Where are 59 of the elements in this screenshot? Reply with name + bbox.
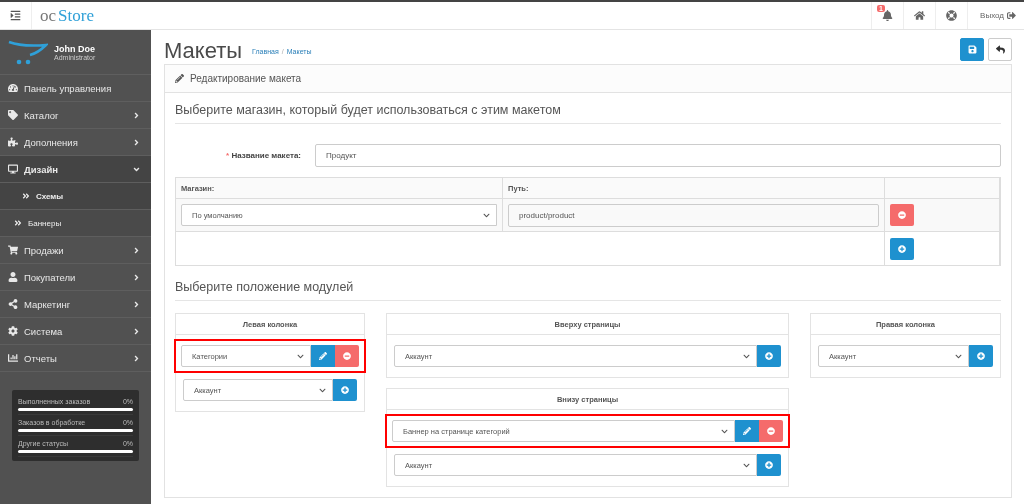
reply-icon bbox=[995, 45, 1005, 54]
nav-icon bbox=[8, 83, 18, 93]
pencil-icon bbox=[319, 352, 327, 360]
section-heading: Выберите положение модулей bbox=[175, 280, 1001, 301]
cart-logo-icon bbox=[8, 39, 48, 65]
page-title: Макеты bbox=[164, 38, 243, 64]
bell-icon bbox=[882, 10, 894, 21]
name-input[interactable]: Продукт bbox=[315, 144, 1001, 167]
add-button[interactable] bbox=[757, 454, 781, 476]
nav-icon bbox=[8, 326, 18, 336]
nav-icon bbox=[8, 272, 18, 282]
add-button[interactable] bbox=[333, 379, 357, 401]
home-icon bbox=[914, 10, 926, 21]
remove-button[interactable] bbox=[335, 345, 359, 367]
chevron-right-icon bbox=[132, 110, 141, 120]
add-button[interactable] bbox=[757, 345, 781, 367]
chevron-right-icon bbox=[132, 245, 141, 255]
pencil-icon bbox=[743, 427, 751, 435]
panel-title: Редактирование макета bbox=[190, 73, 302, 84]
nav-icon bbox=[8, 164, 18, 174]
chevron-down-icon bbox=[743, 461, 750, 469]
chevron-right-icon bbox=[132, 299, 141, 309]
add-button[interactable] bbox=[969, 345, 993, 367]
remove-button[interactable] bbox=[890, 204, 914, 226]
double-chevron-icon bbox=[14, 219, 22, 227]
section-heading: Выберите магазин, который будет использоваться с этим макетом bbox=[175, 103, 1001, 124]
pencil-icon bbox=[175, 74, 184, 83]
chevron-down-icon bbox=[743, 352, 750, 360]
edit-button[interactable] bbox=[735, 420, 759, 442]
nav-icon bbox=[8, 245, 18, 255]
route-input[interactable]: product/product bbox=[508, 203, 879, 227]
chevron-right-icon bbox=[132, 137, 141, 147]
nav-icon bbox=[8, 110, 18, 120]
logo: ocStore bbox=[39, 4, 94, 27]
back-button[interactable] bbox=[988, 38, 1012, 61]
sidebar-item[interactable]: Дизайн bbox=[0, 156, 151, 183]
remove-button[interactable] bbox=[759, 420, 783, 442]
chevron-right-icon bbox=[132, 272, 141, 282]
lifebuoy-icon bbox=[946, 10, 958, 21]
save-icon bbox=[967, 45, 977, 54]
sidebar-subitem[interactable]: Баннеры bbox=[0, 210, 151, 237]
nav-icon bbox=[8, 353, 18, 363]
add-button[interactable] bbox=[890, 237, 914, 260]
nav-icon bbox=[8, 299, 18, 309]
logout-button[interactable]: Выход bbox=[967, 2, 1024, 29]
chevron-down-icon bbox=[483, 211, 490, 219]
field-label: * Название макета: bbox=[225, 151, 302, 160]
edit-button[interactable] bbox=[311, 345, 335, 367]
sidebar-subitem[interactable]: Схемы bbox=[0, 183, 151, 210]
chevron-right-icon bbox=[132, 326, 141, 336]
double-chevron-icon bbox=[22, 192, 30, 200]
nav-icon bbox=[8, 137, 18, 147]
chevron-down-icon bbox=[319, 386, 326, 394]
chevron-right-icon bbox=[132, 353, 141, 363]
chevron-down-icon bbox=[721, 427, 728, 435]
sign-out-icon bbox=[1007, 11, 1016, 20]
chevron-down-icon bbox=[297, 352, 304, 360]
user-name: John Doe bbox=[54, 43, 96, 54]
chevron-down-icon bbox=[955, 352, 962, 360]
